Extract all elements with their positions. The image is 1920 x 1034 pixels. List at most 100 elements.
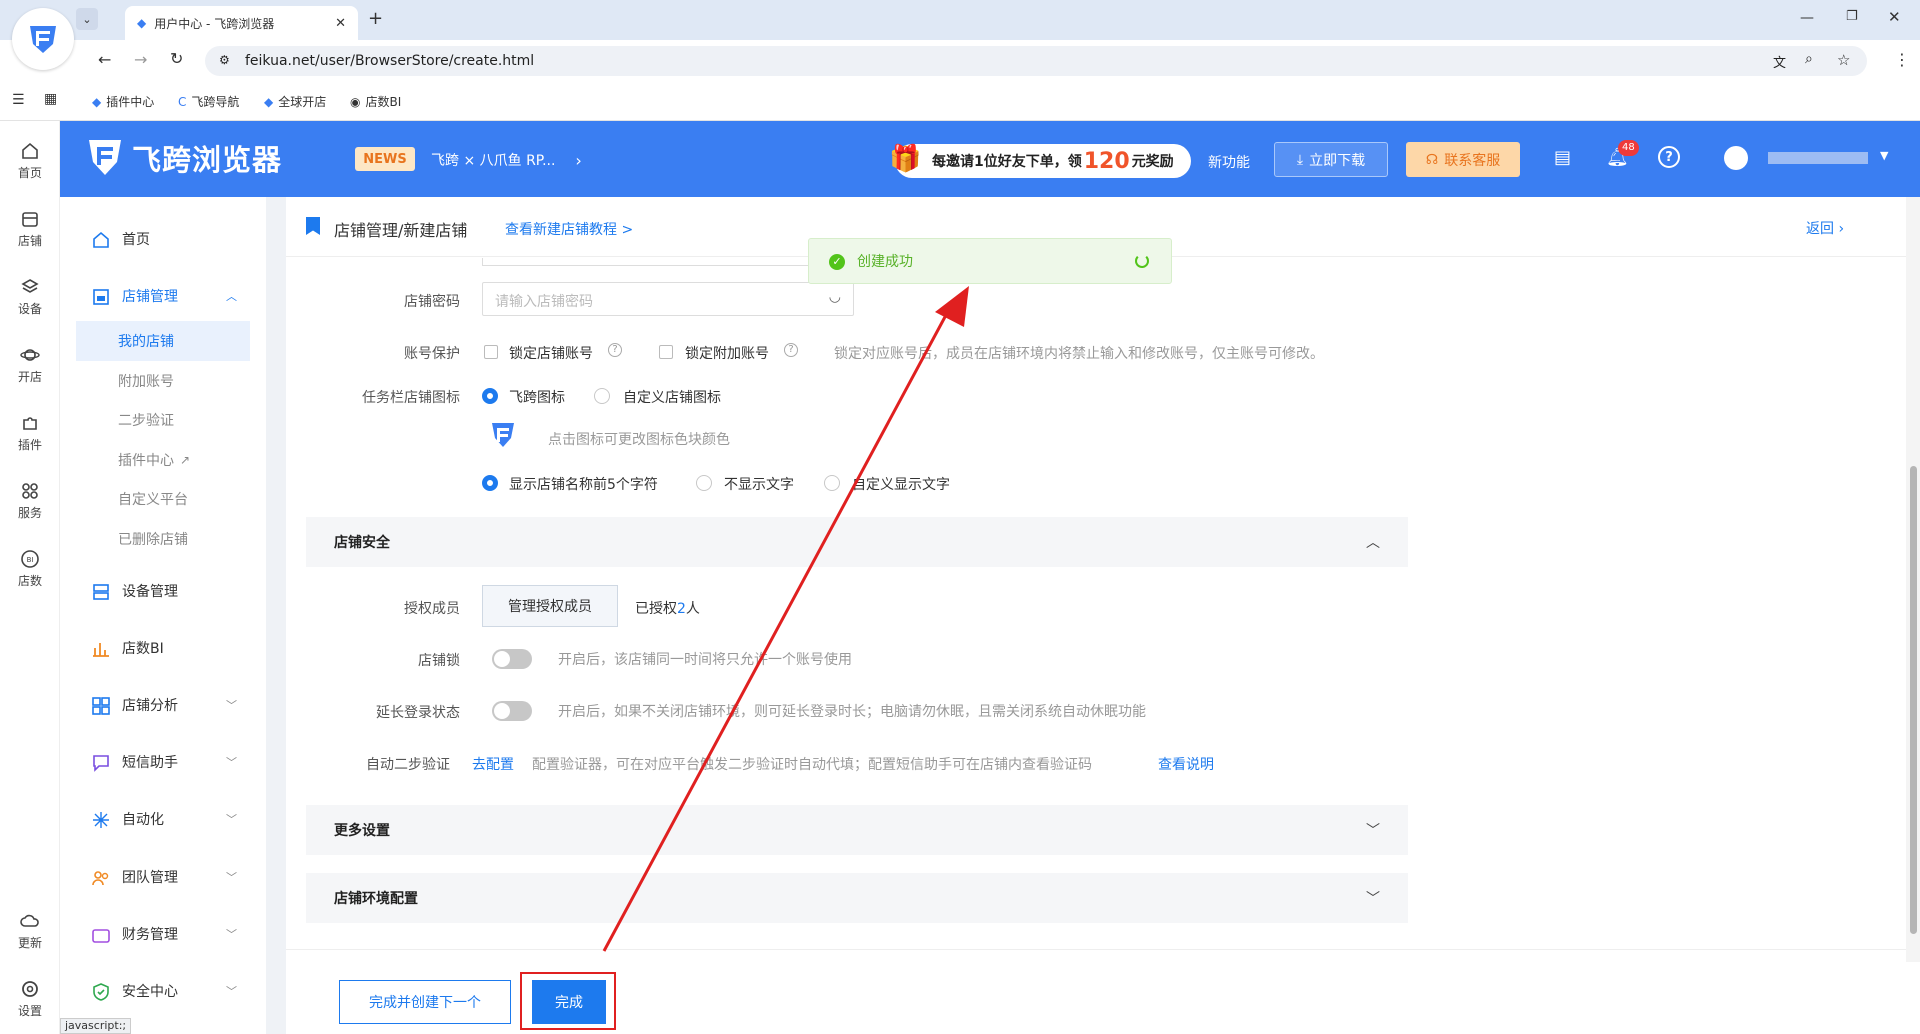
view-instructions-link[interactable]: 查看说明 (1158, 754, 1214, 774)
scrollbar-thumb[interactable] (1910, 466, 1917, 934)
account-dropdown-icon[interactable]: ▼ (1880, 149, 1888, 162)
bookmarks-bar: ☰ ▦ ◆ 插件中心 C 飞跨导航 ◆ 全球开店 ◉ 店数BI (0, 82, 1920, 121)
menu-item-store-analysis[interactable]: 店铺分析 ﹀ (60, 685, 266, 725)
menu-item-sms-helper[interactable]: 短信助手 ﹀ (60, 742, 266, 782)
rail-service[interactable]: 服务 (0, 481, 60, 521)
document-icon[interactable]: ▤ (1554, 147, 1571, 168)
url-field[interactable]: ⚙ feikua.net/user/BrowserStore/create.ht… (205, 46, 1867, 76)
lock-extra-checkbox[interactable] (659, 345, 673, 359)
new-feature-link[interactable]: 新功能 (1208, 152, 1250, 172)
menu-item-home[interactable]: 首页 (60, 219, 266, 259)
chevron-down-icon: ﹀ (226, 928, 237, 941)
menu-item-store-management[interactable]: 店铺管理 ︿ (60, 276, 266, 316)
bookmark-plugin-center[interactable]: ◆ 插件中心 (92, 93, 154, 110)
menu-item-automation[interactable]: 自动化 ﹀ (60, 799, 266, 839)
manage-members-button[interactable]: 管理授权成员 (482, 585, 618, 627)
rail-update[interactable]: 更新 (0, 911, 60, 951)
bookmark-global-store[interactable]: ◆ 全球开店 (264, 93, 326, 110)
icon-custom-radio[interactable] (594, 388, 610, 404)
help-icon[interactable]: ? (1658, 146, 1680, 168)
text-opt1-radio[interactable] (482, 475, 498, 491)
bookmark-store-bi[interactable]: ◉ 店数BI (350, 93, 401, 110)
apps-icon[interactable]: ▦ (44, 91, 57, 107)
sidebar-toggle-icon[interactable]: ☰ (12, 92, 25, 108)
submenu-deleted-stores[interactable]: 已删除店铺 (76, 519, 250, 559)
back-link[interactable]: 返回 › (1806, 218, 1844, 238)
rail-device[interactable]: 设备 (0, 277, 60, 317)
rail-settings[interactable]: 设置 (0, 979, 60, 1019)
bookmark-star-icon[interactable]: ☆ (1837, 51, 1850, 69)
store-lock-toggle[interactable] (492, 649, 532, 669)
password-input[interactable]: 请输入店铺密码 ◡ (482, 282, 854, 316)
rail-plugin[interactable]: 插件 (0, 413, 60, 453)
new-tab-icon[interactable]: + (368, 8, 383, 29)
submenu-plugin-center[interactable]: 插件中心 ↗ (76, 440, 250, 480)
submenu-custom-platform[interactable]: 自定义平台 (76, 479, 250, 519)
submenu-2fa[interactable]: 二步验证 (76, 400, 250, 440)
bar-chart-icon (93, 643, 109, 657)
eye-closed-icon[interactable]: ◡ (829, 289, 841, 305)
more-settings-section[interactable]: 更多设置 ﹀ (306, 805, 1408, 855)
bookmark-feikua-nav[interactable]: C 飞跨导航 (178, 93, 239, 110)
success-toast: ✓ 创建成功 (808, 238, 1172, 284)
download-button[interactable]: ⤓ 立即下载 (1274, 142, 1388, 177)
footer-divider (286, 949, 1906, 950)
tab-close-icon[interactable]: ✕ (335, 16, 346, 31)
left-rail: 首页 店铺 设备 开店 插件 服务 BI 店数 更新 设置 (0, 121, 60, 1034)
app-logo[interactable]: 飞跨浏览器 (86, 137, 282, 179)
shield-icon (93, 983, 109, 1001)
text-opt1-label: 显示店铺名称前5个字符 (509, 477, 658, 493)
home-icon (22, 142, 38, 159)
feikua-icon: ◆ (264, 94, 274, 109)
lock-store-checkbox[interactable] (484, 345, 498, 359)
chevron-down-icon: ﹀ (1366, 891, 1380, 907)
text-opt3-radio[interactable] (824, 475, 840, 491)
tutorial-link[interactable]: 查看新建店铺教程 > (505, 219, 633, 239)
env-config-section[interactable]: 店铺环境配置 ﹀ (306, 873, 1408, 923)
zoom-icon[interactable]: ⌕ (1805, 51, 1813, 67)
rail-home[interactable]: 首页 (0, 141, 60, 181)
bi-icon: BI (21, 550, 39, 568)
team-icon (92, 871, 109, 886)
username-redacted[interactable] (1768, 152, 1868, 164)
menu-item-team[interactable]: 团队管理 ﹀ (60, 857, 266, 897)
text-opt2-radio[interactable] (696, 475, 712, 491)
minimize-icon[interactable]: — (1800, 10, 1814, 26)
close-window-icon[interactable]: ✕ (1888, 8, 1901, 26)
menu-item-device[interactable]: 设备管理 (60, 571, 266, 611)
browser-menu-icon[interactable]: ⋮ (1894, 50, 1910, 69)
extend-login-toggle[interactable] (492, 701, 532, 721)
tab-list-dropdown-icon[interactable]: ⌄ (76, 8, 98, 30)
icon-feikua-radio[interactable] (482, 388, 498, 404)
feikua-logo-icon (89, 140, 121, 175)
contact-support-button[interactable]: ☊ 联系客服 (1406, 142, 1520, 177)
forward-icon[interactable]: → (134, 50, 147, 69)
help-circle-icon[interactable]: ? (608, 343, 622, 357)
taskbar-preview-icon[interactable] (490, 421, 516, 453)
translate-icon[interactable]: 文 (1773, 52, 1786, 71)
rail-open-store[interactable]: 开店 (0, 345, 60, 385)
invite-banner[interactable]: 🎁 每邀请1位好友下单，领 120 元奖励 (889, 144, 1191, 178)
news-ticker[interactable]: 飞跨 × 八爪鱼 RP... › (431, 150, 582, 170)
reload-icon[interactable]: ↻ (170, 49, 183, 68)
menu-item-store-bi[interactable]: 店数BI (60, 628, 266, 668)
menu-item-security[interactable]: 安全中心 ﹀ (60, 971, 266, 1011)
chevron-up-icon: ︿ (1366, 535, 1380, 551)
help-circle-icon[interactable]: ? (784, 343, 798, 357)
back-icon[interactable]: ← (98, 50, 111, 69)
submenu-my-stores[interactable]: 我的店铺 (76, 321, 250, 361)
home-icon (93, 231, 109, 248)
avatar[interactable] (1724, 146, 1748, 170)
restore-icon[interactable]: ❐ (1846, 9, 1858, 24)
security-section-header[interactable]: 店铺安全 ︿ (306, 517, 1408, 567)
sparkle-icon (93, 812, 109, 828)
browser-tab[interactable]: ◆ 用户中心 - 飞跨浏览器 ✕ (125, 6, 358, 40)
menu-item-finance[interactable]: 财务管理 ﹀ (60, 914, 266, 954)
rail-bi[interactable]: BI 店数 (0, 549, 60, 589)
chevron-down-icon: ﹀ (1366, 823, 1380, 839)
finish-and-create-next-button[interactable]: 完成并创建下一个 (339, 980, 511, 1024)
configure-2fa-link[interactable]: 去配置 (472, 754, 514, 774)
rail-store[interactable]: 店铺 (0, 209, 60, 249)
submenu-extra-accounts[interactable]: 附加账号 (76, 361, 250, 401)
site-info-icon[interactable]: ⚙ (219, 53, 230, 67)
